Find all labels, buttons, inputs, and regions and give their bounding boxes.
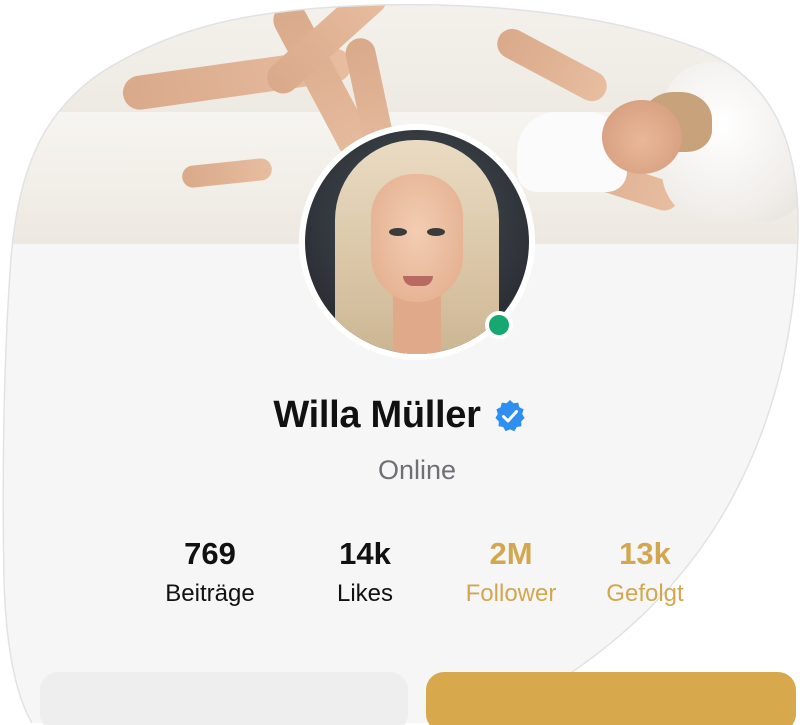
stat-label: Beiträge — [165, 580, 255, 607]
stat-value: 14k — [339, 536, 391, 571]
primary-action-button[interactable] — [426, 672, 796, 725]
secondary-action-button[interactable] — [40, 672, 408, 725]
verified-badge-icon — [494, 399, 525, 431]
name-row: Willa Müller — [0, 394, 800, 437]
profile-card: Willa Müller Online 769 Beiträge 14k Lik… — [0, 0, 800, 725]
stat-value: 13k — [619, 536, 671, 571]
status-text: Online — [377, 455, 457, 485]
stat-label: Likes — [336, 580, 394, 607]
stat-following[interactable]: 13k Gefolgt — [565, 536, 725, 610]
stats-row: 769 Beiträge 14k Likes 2M Follower 13k G… — [0, 536, 800, 616]
stat-value: 769 — [184, 536, 236, 571]
stat-posts[interactable]: 769 Beiträge — [130, 536, 290, 610]
profile-name: Willa Müller — [273, 394, 481, 436]
stat-label: Gefolgt — [606, 580, 684, 607]
stat-likes[interactable]: 14k Likes — [285, 536, 445, 610]
online-status-dot — [485, 311, 513, 339]
